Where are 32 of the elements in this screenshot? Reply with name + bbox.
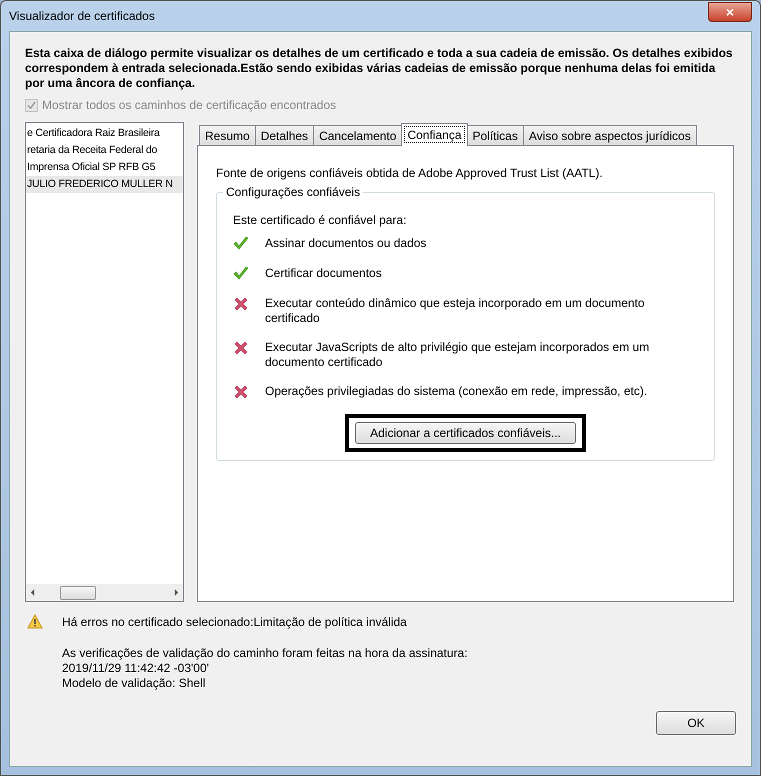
- chain-item[interactable]: JULIO FREDERICO MULLER N: [26, 176, 183, 193]
- ok-button[interactable]: OK: [656, 711, 736, 735]
- validation-text: Modelo de validação: Shell: [62, 676, 206, 691]
- validation-text: As verificações de validação do caminho foram feitas na hora da assinatura:: [62, 646, 469, 661]
- window-title: Visualizador de certificados: [9, 9, 155, 23]
- trust-source-text: Fonte de origens confiáveis obtida de Adobe Approved Trust List (AATL).: [216, 166, 604, 180]
- add-trusted-button[interactable]: Adicionar a certificados confiáveis...: [355, 422, 576, 444]
- warning-text: Há erros no certificado selecionado:Limitação de política inválida: [62, 615, 407, 629]
- permission-label: Operações privilegiadas do sistema (conexão em rede, impressão, etc).: [265, 384, 648, 400]
- scroll-thumb[interactable]: [60, 586, 96, 600]
- scroll-left-icon[interactable]: [30, 589, 35, 596]
- checkbox-label: Mostrar todos os caminhos de certificação encontrados: [42, 98, 336, 112]
- tab[interactable]: Cancelamento: [313, 125, 402, 145]
- intro-text: Esta caixa de diálogo permite visualizar os detalhes de um certificado e toda a sua cadeia de emissão. Os detalhes exibidos correspondem à entrada selecionada.Estão sendo exibidas várias cadeias de emissão porque nenhuma delas foi emitida por uma âncora de confiança.: [25, 46, 734, 91]
- permission-label: Assinar documentos ou dados: [265, 236, 426, 252]
- horizontal-scrollbar[interactable]: [26, 584, 183, 601]
- tab[interactable]: Políticas: [466, 125, 524, 145]
- group-title: Configurações confiáveis: [223, 185, 364, 199]
- tab[interactable]: Resumo: [199, 125, 256, 145]
- chain-item[interactable]: retaria da Receita Federal do: [26, 142, 183, 159]
- tab[interactable]: Aviso sobre aspectos jurídicos: [522, 125, 697, 145]
- validation-text: 2019/11/29 11:42:42 -03'00': [62, 661, 210, 676]
- trust-intro-text: Este certificado é confiável para:: [233, 213, 408, 227]
- chain-item[interactable]: e Certificadora Raiz Brasileira: [26, 125, 183, 142]
- permission-label: Executar conteúdo dinâmico que esteja incorporado em um documento certificado: [265, 296, 646, 326]
- tab[interactable]: Detalhes: [254, 125, 314, 145]
- chain-item[interactable]: Imprensa Oficial SP RFB G5: [26, 159, 183, 176]
- scroll-right-icon[interactable]: [174, 589, 179, 596]
- warning-icon: [27, 614, 43, 630]
- tab[interactable]: Confiança: [401, 123, 468, 146]
- permission-label: Certificar documentos: [265, 266, 382, 282]
- permission-label: Executar JavaScripts de alto privilégio que estejam incorporados em um documento certificado: [265, 340, 650, 370]
